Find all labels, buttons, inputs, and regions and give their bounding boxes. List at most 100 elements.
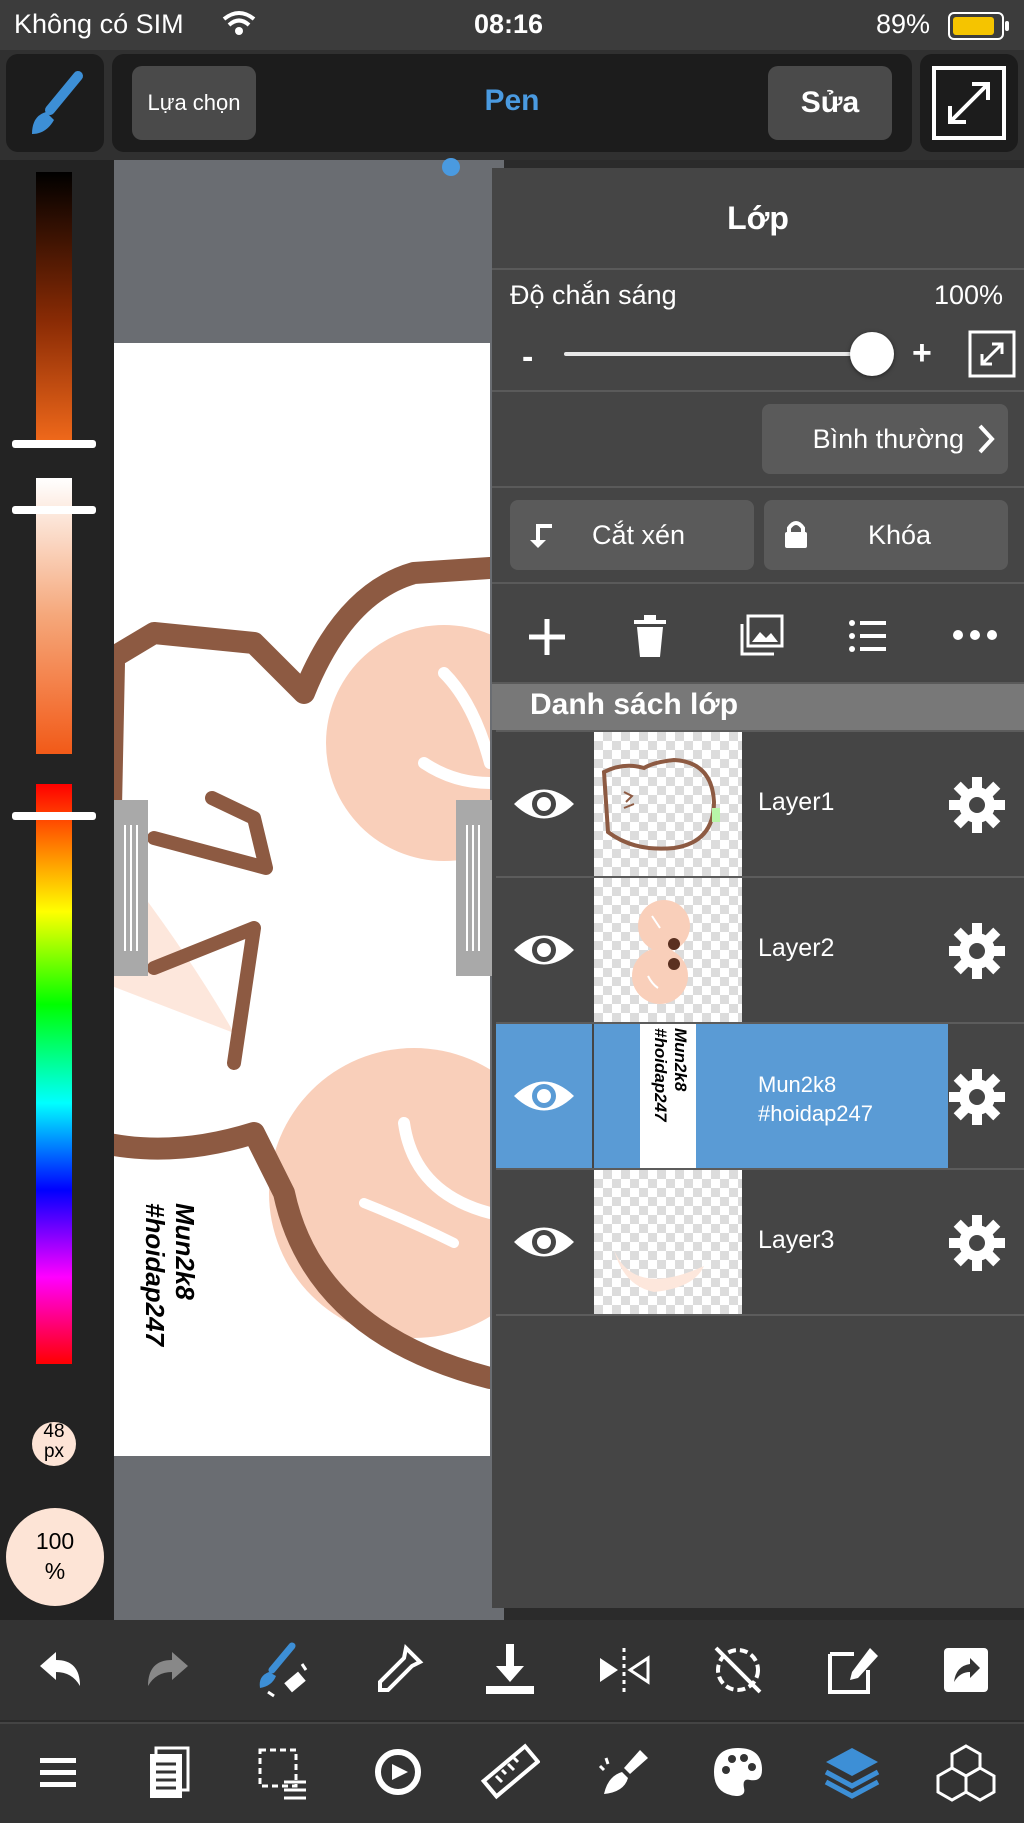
gear-icon[interactable] [948,776,1006,834]
visibility-toggle[interactable] [496,878,592,1022]
eye-icon [514,1081,574,1111]
opacity-slider-thumb[interactable] [850,332,894,376]
visibility-toggle[interactable] [496,1170,592,1314]
clock: 08:16 [474,9,544,39]
gear-icon[interactable] [948,1068,1006,1126]
brush-icon [32,71,83,134]
rotate-off-icon[interactable] [708,1640,768,1700]
right-scroll-handle[interactable] [456,800,492,976]
hue-slider[interactable] [36,784,72,1364]
filter-brush-icon[interactable] [594,1742,654,1802]
layer-panel: Lớp Độ chắn sáng 100% - + Bình thường Cắ… [492,168,1024,1608]
opacity-slider-track[interactable] [564,352,884,356]
layer-thumbnail [594,732,742,876]
redo-icon[interactable] [140,1640,200,1700]
layer-row-layer2[interactable]: Layer2 [496,876,1024,1022]
brush-tool-button[interactable] [6,54,104,152]
layer-thumbnail [594,1170,742,1314]
clipping-label: Cắt xén [592,519,686,550]
opacity-decrease-button[interactable]: - [522,338,533,377]
brush-eraser-toggle-icon[interactable] [252,1640,312,1700]
layer-panel-title: Lớp [727,199,789,236]
brightness-thumb[interactable] [12,440,96,448]
blend-mode-label: Bình thường [812,423,964,454]
gear-icon[interactable] [948,922,1006,980]
watermark-line-2: #hoidap247 [140,1203,170,1347]
status-bar: Không có SIM 08:16 89% [0,0,1024,50]
eyedropper-icon[interactable] [368,1640,428,1700]
edit-button[interactable]: Sửa [768,66,892,140]
layer-list-header: Danh sách lớp [492,684,1024,730]
canvas-watermark: Mun2k8 #hoidap247 [140,1193,200,1393]
layer-image-icon[interactable] [740,614,784,656]
add-layer-icon[interactable] [526,616,568,658]
visibility-toggle[interactable] [496,1024,592,1168]
layer-list-title: Danh sách lớp [530,688,739,721]
brush-size-indicator[interactable]: 48 px [32,1422,76,1466]
page-indicator-dot [442,158,460,176]
brush-opacity-indicator[interactable]: 100 % [6,1508,104,1606]
layer-thumbnail: Mun2k8 #hoidap247 [594,1024,742,1168]
eye-icon [514,935,574,965]
layer-name: Mun2k8 #hoidap247 [758,1072,874,1126]
carrier-label: Không có SIM [14,9,184,39]
menu-icon[interactable] [28,1742,88,1802]
opacity-expand-icon[interactable] [968,330,1016,378]
tool-header: Lựa chọn Pen Sửa [112,54,912,152]
opacity-increase-button[interactable]: + [912,334,932,373]
main-toolbar [0,1722,1024,1823]
opacity-value: 100% [934,280,1004,310]
transform-icon[interactable] [822,1640,882,1700]
rotate-canvas-icon[interactable] [368,1742,428,1802]
current-tool-name: Pen [484,84,540,117]
action-toolbar [0,1620,1024,1720]
flip-horizontal-icon[interactable] [594,1640,654,1700]
visibility-toggle[interactable] [496,732,592,876]
blend-mode-button[interactable]: Bình thường [762,404,1008,474]
thumbnail-text: Mun2k8 #hoidap247 [651,1028,690,1122]
lock-icon [785,521,807,548]
layer-name: Layer3 [758,1226,835,1254]
saturation-thumb[interactable] [12,506,96,514]
saturation-slider[interactable] [36,478,72,754]
expand-icon [932,66,1006,140]
clipping-button[interactable]: Cắt xén [510,500,754,570]
drawing-canvas[interactable]: Mun2k8 #hoidap247 [114,343,490,1456]
delete-layer-icon[interactable] [632,614,668,658]
layer-row-mun2k8[interactable]: Mun2k8 #hoidap247 Mun2k8 #hoidap247 [496,1022,1024,1168]
ruler-icon[interactable] [480,1742,540,1802]
download-icon[interactable] [480,1640,540,1700]
battery-percent: 89% [876,9,931,39]
layer-name: Layer1 [758,788,835,816]
color-sidebar: 48 px 100 % [0,160,114,1620]
lock-label: Khóa [868,519,932,550]
undo-icon[interactable] [28,1640,88,1700]
wifi-icon [222,11,256,35]
watermark-line-1: Mun2k8 [170,1203,200,1300]
hue-thumb[interactable] [12,812,96,820]
materials-icon[interactable] [936,1742,996,1802]
more-options-icon[interactable] [952,628,998,642]
chevron-right-icon [978,424,995,454]
eye-icon [514,789,574,819]
lock-button[interactable]: Khóa [764,500,1008,570]
clip-arrow-icon [530,524,552,548]
share-icon[interactable] [936,1640,996,1700]
selection-button[interactable]: Lựa chọn [132,66,256,140]
layer-thumbnail [594,878,742,1022]
layer-row-layer1[interactable]: Layer1 [496,730,1024,876]
opacity-label: Độ chắn sáng [510,280,677,310]
eye-icon [514,1227,574,1257]
left-scroll-handle[interactable] [114,800,148,976]
pages-icon[interactable] [140,1742,200,1802]
selection-tool-icon[interactable] [252,1742,312,1802]
palette-icon[interactable] [708,1742,768,1802]
layers-icon[interactable] [822,1742,882,1802]
brightness-slider[interactable] [36,172,72,444]
layer-row-layer3[interactable]: Layer3 [496,1168,1024,1316]
battery-icon [948,12,1009,40]
fullscreen-button[interactable] [920,54,1018,152]
layer-list-icon[interactable] [848,618,886,654]
gear-icon[interactable] [948,1214,1006,1272]
layer-name: Layer2 [758,934,835,962]
